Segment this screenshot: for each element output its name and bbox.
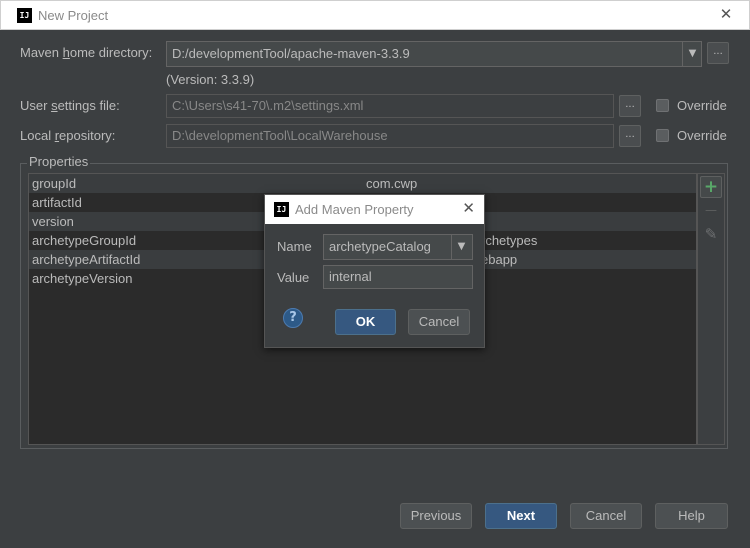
edit-icon[interactable]: ✎ [700, 224, 722, 246]
add-maven-property-dialog: IJ Add Maven Property ✕ Name archetypeCa… [264, 194, 485, 348]
local-repository-value: D:\developmentTool\LocalWarehouse [172, 128, 388, 143]
value-text: internal [329, 269, 372, 284]
dialog-title: Add Maven Property [295, 202, 414, 217]
local-repository-browse-button[interactable]: ... [619, 125, 641, 147]
property-key: archetypeArtifactId [32, 252, 141, 267]
next-button[interactable]: Next [485, 503, 557, 529]
property-key: archetypeGroupId [32, 233, 137, 248]
maven-home-label: Maven home directory: [20, 45, 153, 60]
intellij-logo-icon: IJ [17, 8, 32, 23]
window-title: New Project [38, 8, 109, 23]
local-repository-override-label: Override [677, 128, 727, 143]
local-repository-label: Local repository: [20, 128, 116, 143]
user-settings-field[interactable]: C:\Users\s41-70\.m2\settings.xml [166, 94, 614, 118]
name-value: archetypeCatalog [329, 239, 431, 254]
property-key: artifactId [32, 195, 82, 210]
local-repository-override-checkbox[interactable] [656, 129, 669, 142]
maven-home-combo[interactable]: D:/developmentTool/apache-maven-3.3.9 [166, 41, 702, 67]
value-field[interactable]: internal [323, 265, 473, 289]
property-value: com.cwp [366, 176, 418, 191]
local-repository-field[interactable]: D:\developmentTool\LocalWarehouse [166, 124, 614, 148]
user-settings-override-label: Override [677, 98, 727, 113]
user-settings-override-checkbox[interactable] [656, 99, 669, 112]
dialog-titlebar: IJ Add Maven Property ✕ [265, 195, 484, 224]
remove-icon[interactable]: — [700, 200, 722, 222]
name-label: Name [277, 239, 312, 254]
close-icon[interactable]: ✕ [719, 7, 733, 22]
intellij-logo-icon: IJ [274, 202, 289, 217]
property-value: rchetypes [481, 233, 538, 248]
value-label: Value [277, 270, 310, 285]
user-settings-browse-button[interactable]: ... [619, 95, 641, 117]
chevron-down-icon[interactable]: ▼ [682, 42, 702, 66]
help-icon[interactable]: ? [283, 308, 303, 328]
property-value: ebapp [481, 252, 518, 267]
properties-legend: Properties [27, 154, 91, 169]
previous-button[interactable]: Previous [400, 503, 472, 529]
add-icon[interactable]: + [700, 176, 722, 198]
close-icon[interactable]: ✕ [462, 201, 475, 216]
help-button[interactable]: Help [655, 503, 728, 529]
table-row[interactable]: groupId com.cwp [29, 174, 696, 193]
cancel-button[interactable]: Cancel [570, 503, 642, 529]
chevron-down-icon[interactable]: ▼ [451, 235, 471, 259]
property-key: version [32, 214, 74, 229]
properties-toolbar: + — ✎ [697, 173, 725, 445]
user-settings-value: C:\Users\s41-70\.m2\settings.xml [172, 98, 364, 113]
property-key: groupId [32, 176, 77, 191]
maven-home-value: D:/developmentTool/apache-maven-3.3.9 [172, 46, 410, 61]
window-titlebar: IJ New Project ✕ [0, 0, 750, 30]
dialog-cancel-button[interactable]: Cancel [408, 309, 470, 335]
maven-home-browse-button[interactable]: ... [707, 42, 729, 64]
ok-button[interactable]: OK [335, 309, 396, 335]
property-key: archetypeVersion [32, 271, 133, 286]
maven-version-text: (Version: 3.3.9) [166, 72, 255, 87]
user-settings-label: User settings file: [20, 98, 120, 113]
